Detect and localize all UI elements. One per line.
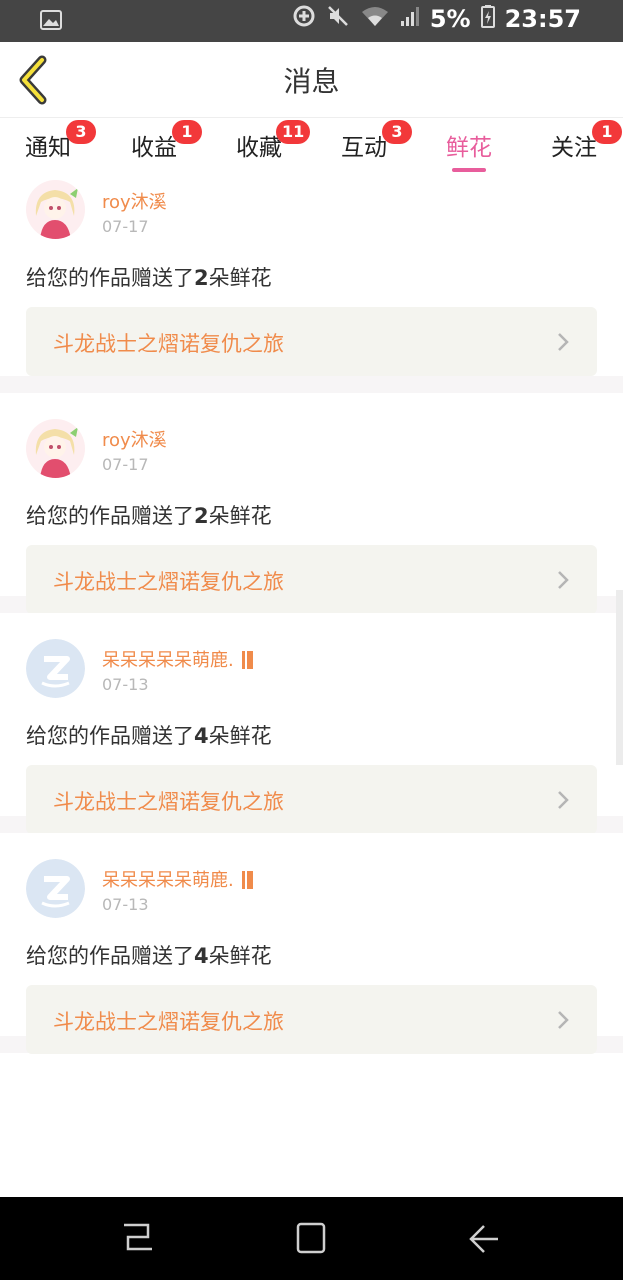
- list-item: 呆呆呆呆呆萌鹿. 07-13 给您的作品赠送了4朵鲜花 斗龙战士之熠诺复仇之旅: [0, 613, 623, 834]
- tab-badge: 3: [382, 120, 412, 144]
- page-title: 消息: [283, 65, 340, 98]
- message-date: 07-13: [102, 675, 149, 694]
- chevron-right-icon: [558, 1011, 569, 1029]
- flower-count: 2: [194, 504, 209, 528]
- flower-count: 4: [194, 944, 209, 968]
- avatar[interactable]: [26, 419, 85, 478]
- chevron-right-icon: [558, 791, 569, 809]
- message-date: 07-13: [102, 895, 149, 914]
- work-title: 斗龙战士之熠诺复仇之旅: [53, 570, 284, 594]
- tab-follows[interactable]: 关注 1: [534, 120, 622, 162]
- username[interactable]: 呆呆呆呆呆萌鹿.: [102, 646, 253, 672]
- scrollbar[interactable]: [616, 590, 623, 765]
- work-link[interactable]: 斗龙战士之熠诺复仇之旅: [26, 307, 597, 376]
- tab-bar: 通知 3 收益 1 收藏 11 互动 3 鲜花 关注 1: [0, 118, 623, 174]
- work-title: 斗龙战士之熠诺复仇之旅: [53, 790, 284, 814]
- data-saver-icon: [292, 4, 316, 34]
- recent-apps-icon: [124, 1223, 152, 1251]
- work-title: 斗龙战士之熠诺复仇之旅: [53, 332, 284, 356]
- work-link[interactable]: 斗龙战士之熠诺复仇之旅: [26, 545, 597, 614]
- tab-badge: 1: [172, 120, 202, 144]
- message-text: 给您的作品赠送了2朵鲜花: [26, 504, 272, 528]
- tab-label: 鲜花: [446, 135, 492, 161]
- message-text: 给您的作品赠送了2朵鲜花: [26, 266, 272, 290]
- list-item: roy沐溪 07-17 给您的作品赠送了2朵鲜花 斗龙战士之熠诺复仇之旅: [0, 174, 623, 393]
- message-text: 给您的作品赠送了4朵鲜花: [26, 944, 272, 968]
- battery-icon: [480, 4, 495, 34]
- tab-badge: 11: [276, 120, 311, 144]
- system-nav-bar: [0, 1197, 623, 1280]
- back-arrow-icon: [469, 1225, 498, 1253]
- tab-interactions[interactable]: 互动 3: [324, 120, 412, 162]
- home-icon: [296, 1222, 326, 1254]
- flower-count: 4: [194, 724, 209, 748]
- work-link[interactable]: 斗龙战士之熠诺复仇之旅: [26, 985, 597, 1054]
- home-button[interactable]: [292, 1221, 332, 1257]
- flower-count: 2: [194, 266, 209, 290]
- avatar[interactable]: [26, 180, 85, 239]
- recent-apps-button[interactable]: [118, 1221, 158, 1257]
- work-link[interactable]: 斗龙战士之熠诺复仇之旅: [26, 765, 597, 834]
- list-item: roy沐溪 07-17 给您的作品赠送了2朵鲜花 斗龙战士之熠诺复仇之旅: [0, 393, 623, 614]
- clock: 23:57: [504, 5, 581, 33]
- status-bar: 5% 23:57: [0, 0, 623, 42]
- chevron-right-icon: [558, 333, 569, 351]
- avatar[interactable]: [26, 859, 85, 918]
- message-list: roy沐溪 07-17 给您的作品赠送了2朵鲜花 斗龙战士之熠诺复仇之旅 roy…: [0, 174, 623, 1054]
- message-date: 07-17: [102, 455, 149, 474]
- message-text: 给您的作品赠送了4朵鲜花: [26, 724, 272, 748]
- chevron-right-icon: [558, 571, 569, 589]
- tab-flowers[interactable]: 鲜花: [429, 128, 509, 172]
- wifi-icon: [360, 4, 390, 34]
- username[interactable]: 呆呆呆呆呆萌鹿.: [102, 866, 253, 892]
- message-date: 07-17: [102, 217, 149, 236]
- signal-icon: [400, 5, 420, 33]
- mute-icon: [326, 4, 350, 34]
- avatar[interactable]: [26, 639, 85, 698]
- tab-badge: 1: [592, 120, 622, 144]
- tab-badge: 3: [66, 120, 96, 144]
- battery-percent: 5%: [429, 5, 471, 33]
- username[interactable]: roy沐溪: [102, 188, 167, 214]
- image-icon: [40, 10, 62, 34]
- active-tab-indicator: [452, 168, 486, 172]
- username[interactable]: roy沐溪: [102, 426, 167, 452]
- work-title: 斗龙战士之熠诺复仇之旅: [53, 1010, 284, 1034]
- tab-notifications[interactable]: 通知 3: [8, 120, 96, 162]
- list-item: 呆呆呆呆呆萌鹿. 07-13 给您的作品赠送了4朵鲜花 斗龙战士之熠诺复仇之旅: [0, 833, 623, 1054]
- back-nav-button[interactable]: [466, 1221, 506, 1257]
- tab-favorites[interactable]: 收藏 11: [219, 120, 311, 162]
- app-header: 消息: [0, 42, 623, 118]
- tab-earnings[interactable]: 收益 1: [114, 120, 202, 162]
